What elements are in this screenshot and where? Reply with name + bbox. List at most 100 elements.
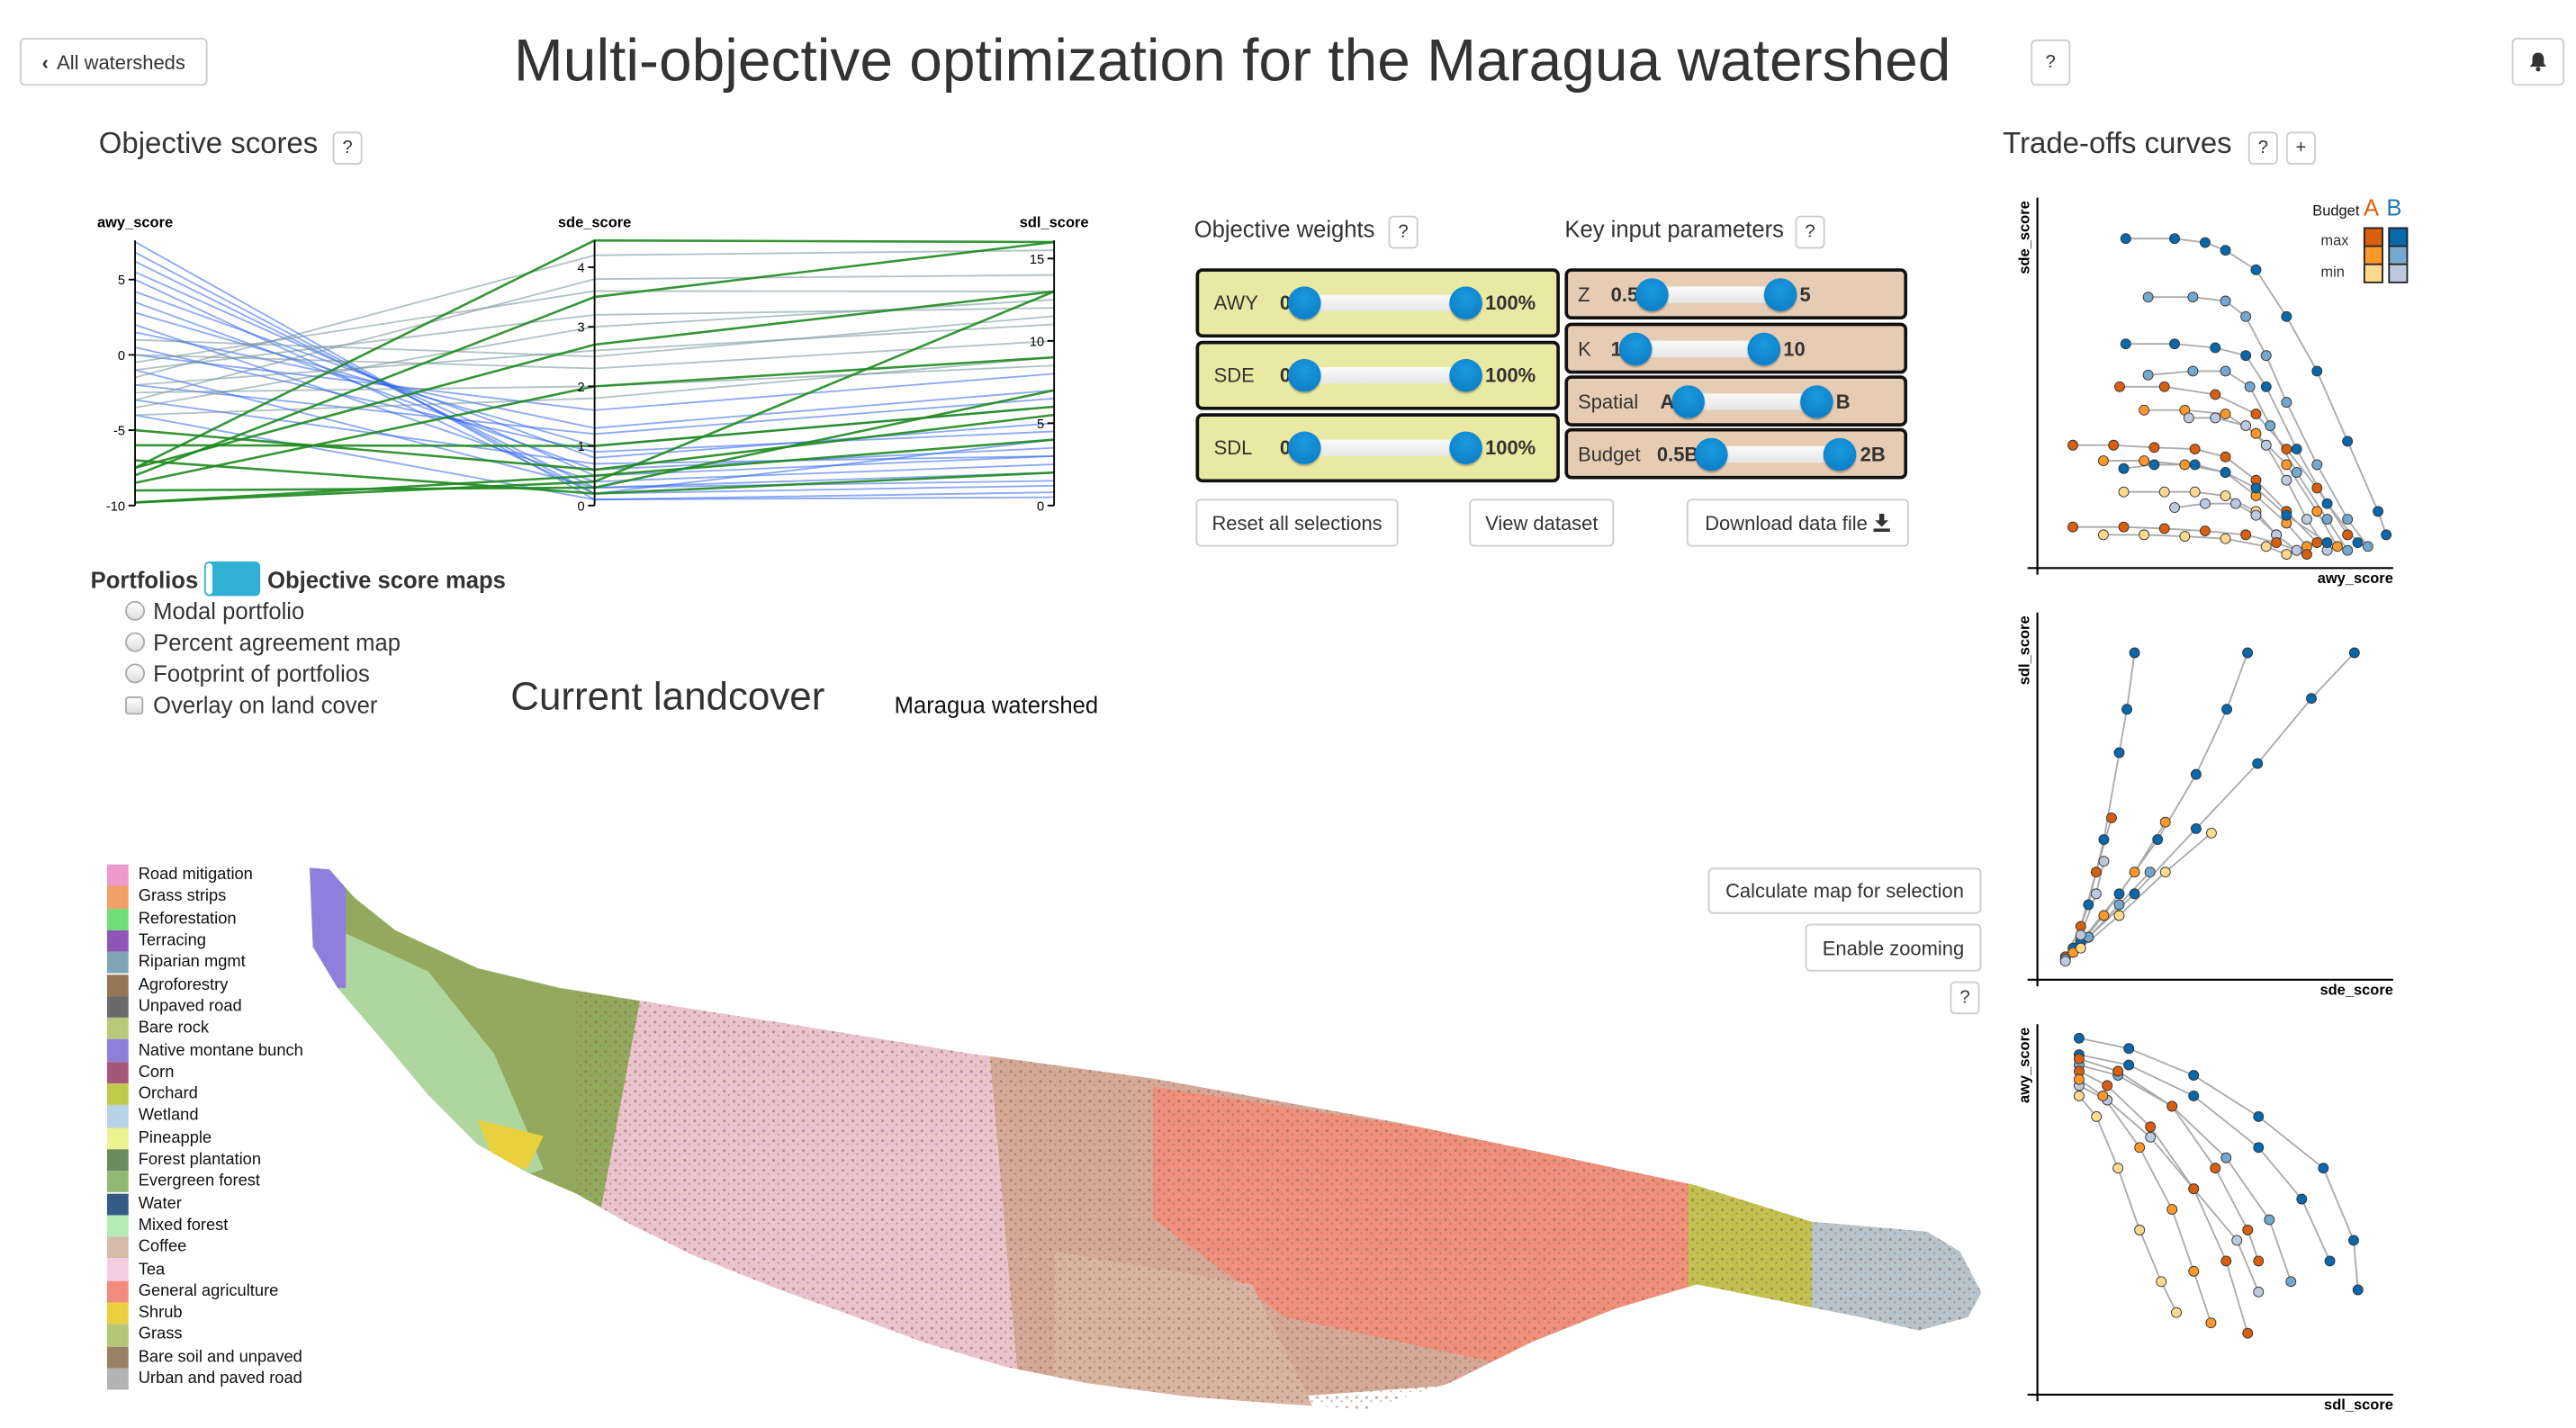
tradeoff-point[interactable] <box>2139 455 2150 467</box>
title-help-button[interactable]: ? <box>2031 39 2071 86</box>
tradeoff-point[interactable] <box>2220 409 2231 420</box>
tradeoff-point[interactable] <box>2271 537 2283 548</box>
tradeoff-point[interactable] <box>2166 1204 2178 1216</box>
tradeoff-point[interactable] <box>2311 459 2323 471</box>
slider-track[interactable] <box>1287 286 1482 320</box>
slider-min-handle[interactable] <box>1695 436 1729 471</box>
tradeoff-point[interactable] <box>2097 529 2109 541</box>
tradeoff-point[interactable] <box>2229 498 2241 509</box>
tradeoff-point[interactable] <box>2240 310 2252 322</box>
tradeoff-point[interactable] <box>2281 549 2292 560</box>
tradeoff-point[interactable] <box>2098 910 2110 921</box>
tradeoff-point[interactable] <box>2311 365 2323 377</box>
tradeoff-point[interactable] <box>2301 549 2312 560</box>
parallel-coordinates-chart[interactable]: awy_score -10 -5 0 5 sde_score 0 1 2 3 4 sdl_score 0… <box>82 206 1120 519</box>
tradeoff-point[interactable] <box>2253 1110 2265 1122</box>
tradeoff-point[interactable] <box>2253 1286 2265 1298</box>
slider-track[interactable] <box>1695 436 1857 471</box>
tradeoff-point[interactable] <box>2244 381 2256 392</box>
tradeoff-point[interactable] <box>2158 486 2170 498</box>
tradeoff-point[interactable] <box>2075 942 2086 954</box>
tradeoff-point[interactable] <box>2260 541 2272 552</box>
tradeoff-point[interactable] <box>2148 442 2160 454</box>
slider-max-handle[interactable] <box>1763 277 1797 310</box>
tradeoff-chart-sdl-awy[interactable]: sdl_score awy_score <box>2001 1016 2412 1415</box>
tradeoff-point[interactable] <box>2210 389 2221 400</box>
tradeoff-point[interactable] <box>2250 409 2262 420</box>
tradeoff-point[interactable] <box>2091 1110 2103 1122</box>
slider-max-handle[interactable] <box>1448 431 1482 465</box>
tradeoff-point[interactable] <box>2171 1307 2182 1318</box>
tradeoff-point[interactable] <box>2134 1225 2146 1235</box>
tradeoff-point[interactable] <box>2169 233 2180 245</box>
tradeoff-point[interactable] <box>2348 647 2360 659</box>
slider-min-handle[interactable] <box>1287 286 1321 320</box>
tradeoff-point[interactable] <box>2120 338 2131 350</box>
tradeoff-point[interactable] <box>2121 704 2132 715</box>
tradeoff-point[interactable] <box>2240 529 2252 541</box>
tradeoffs-help-button[interactable]: ? <box>2247 131 2278 165</box>
tradeoff-point[interactable] <box>2098 856 2110 867</box>
view-toggle-switch[interactable] <box>204 561 261 597</box>
tradeoff-point[interactable] <box>2159 816 2171 828</box>
tradeoff-point[interactable] <box>2231 1235 2243 1246</box>
key-inputs-help-button[interactable]: ? <box>1795 215 1825 249</box>
tradeoff-point[interactable] <box>2281 474 2292 486</box>
tradeoff-point[interactable] <box>2311 506 2323 517</box>
tradeoff-point[interactable] <box>2098 834 2110 845</box>
tradeoff-point[interactable] <box>2139 404 2150 416</box>
tradeoff-point[interactable] <box>2199 525 2211 536</box>
tradeoff-point[interactable] <box>2118 486 2130 498</box>
tradeoff-point[interactable] <box>2220 467 2231 479</box>
slider-min-handle[interactable] <box>1635 277 1669 310</box>
tradeoff-point[interactable] <box>2179 531 2191 543</box>
tradeoff-point[interactable] <box>2114 381 2125 392</box>
tradeoff-point[interactable] <box>2291 444 2302 455</box>
tradeoff-point[interactable] <box>2145 1131 2157 1143</box>
tradeoff-point[interactable] <box>2210 412 2221 424</box>
tradeoff-point[interactable] <box>2220 1255 2232 1267</box>
notifications-button[interactable] <box>2511 38 2565 86</box>
slider-min-handle[interactable] <box>1618 331 1652 365</box>
tradeoff-point[interactable] <box>2321 498 2333 509</box>
tradeoff-point[interactable] <box>2352 1284 2364 1296</box>
tradeoff-point[interactable] <box>2118 463 2130 474</box>
tradeoff-point[interactable] <box>2097 455 2109 467</box>
radio-button[interactable] <box>125 663 146 684</box>
tradeoff-point[interactable] <box>2123 1059 2135 1071</box>
tradeoff-point[interactable] <box>2187 292 2199 303</box>
tradeoff-point[interactable] <box>2156 1276 2167 1288</box>
slider-min-handle[interactable] <box>1671 384 1705 418</box>
tradeoff-point[interactable] <box>2134 1142 2146 1154</box>
option-percent-agreement-map[interactable]: Percent agreement map <box>125 629 401 655</box>
tradeoff-point[interactable] <box>2199 237 2211 248</box>
radio-button[interactable] <box>125 600 146 621</box>
tradeoff-point[interactable] <box>2118 521 2130 533</box>
tradeoff-point[interactable] <box>2318 1163 2329 1174</box>
tradeoff-point[interactable] <box>2220 365 2231 377</box>
tradeoff-point[interactable] <box>2187 365 2199 377</box>
tradeoff-point[interactable] <box>2158 381 2170 392</box>
tradeoff-point[interactable] <box>2073 1091 2085 1101</box>
slider-track[interactable] <box>1635 277 1797 310</box>
objective-scores-help-button[interactable]: ? <box>332 131 363 165</box>
tradeoff-point[interactable] <box>2260 439 2272 451</box>
tradeoff-point[interactable] <box>2145 1121 2157 1133</box>
tradeoff-point[interactable] <box>2179 459 2191 471</box>
tradeoff-point[interactable] <box>2242 1327 2254 1339</box>
option-modal-portfolio[interactable]: Modal portfolio <box>125 597 304 624</box>
tradeoff-point[interactable] <box>2306 693 2317 705</box>
slider-max-handle[interactable] <box>1448 286 1482 320</box>
tradeoff-point[interactable] <box>2129 647 2140 659</box>
option-footprint-of-portfolios[interactable]: Footprint of portfolios <box>125 660 370 687</box>
tradeoff-point[interactable] <box>2321 537 2333 548</box>
tradeoff-point[interactable] <box>2142 369 2154 381</box>
slider-track[interactable] <box>1671 384 1833 418</box>
tradeoff-point[interactable] <box>2189 459 2201 471</box>
tradeoff-point[interactable] <box>2291 467 2302 479</box>
tradeoff-point[interactable] <box>2158 523 2170 534</box>
slider-max-handle[interactable] <box>1448 358 1482 392</box>
slider-min-handle[interactable] <box>1287 431 1321 465</box>
tradeoff-point[interactable] <box>2240 350 2252 362</box>
slider-track[interactable] <box>1287 431 1482 465</box>
